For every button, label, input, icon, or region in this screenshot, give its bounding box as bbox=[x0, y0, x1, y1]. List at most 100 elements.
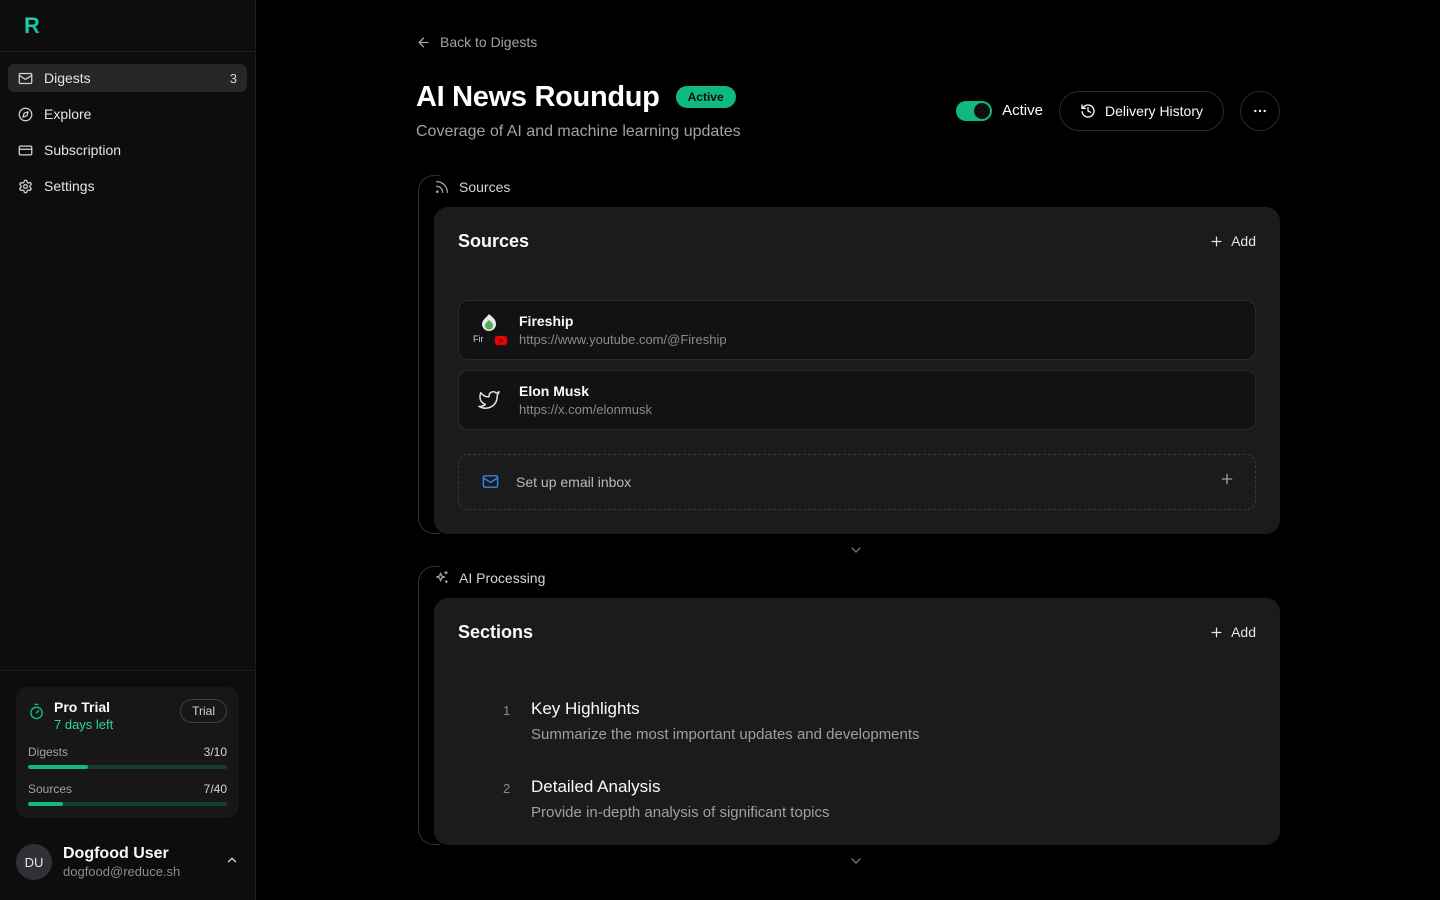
usage-value: 7/40 bbox=[204, 782, 227, 796]
sources-collapse-control[interactable] bbox=[416, 534, 1280, 566]
rss-icon bbox=[434, 179, 450, 195]
progress-fill bbox=[28, 802, 63, 806]
trial-badge[interactable]: Trial bbox=[180, 699, 227, 723]
avatar-alt-text: Fir bbox=[473, 334, 484, 344]
chevron-down-icon bbox=[848, 853, 864, 869]
source-row-elon-musk[interactable]: Elon Musk https://x.com/elonmusk bbox=[458, 370, 1256, 430]
sidebar-item-label: Settings bbox=[44, 178, 95, 194]
user-menu[interactable]: DU Dogfood User dogfood@reduce.sh bbox=[0, 834, 255, 900]
sources-progress-bar bbox=[28, 802, 227, 806]
trial-card: Pro Trial 7 days left Trial Digests 3/10… bbox=[16, 687, 239, 818]
usage-label: Sources bbox=[28, 782, 72, 796]
add-button-label: Add bbox=[1231, 624, 1256, 640]
trial-days-left: 7 days left bbox=[54, 717, 113, 732]
credit-card-icon bbox=[18, 143, 33, 158]
sidebar-nav: Digests 3 Explore Subscription Settings bbox=[0, 52, 255, 212]
page-header: AI News Roundup Active Coverage of AI an… bbox=[416, 81, 1280, 141]
add-source-button[interactable]: Add bbox=[1209, 233, 1256, 249]
section-description: Provide in-depth analysis of significant… bbox=[531, 804, 830, 821]
usage-label: Digests bbox=[28, 745, 68, 759]
delivery-history-label: Delivery History bbox=[1105, 103, 1203, 119]
twitter-icon bbox=[473, 389, 505, 411]
progress-fill bbox=[28, 765, 88, 769]
mail-icon bbox=[18, 71, 33, 86]
digest-section-item[interactable]: 1 Key Highlights Summarize the most impo… bbox=[503, 699, 1256, 743]
active-toggle[interactable]: Active bbox=[956, 101, 1043, 121]
flame-image bbox=[479, 314, 499, 331]
youtube-icon bbox=[493, 334, 509, 347]
sources-section: Sources Sources Add Fir bbox=[418, 175, 1280, 534]
user-name: Dogfood User bbox=[63, 845, 180, 863]
sidebar-item-digests[interactable]: Digests 3 bbox=[8, 64, 247, 92]
compass-icon bbox=[18, 107, 33, 122]
source-url: https://www.youtube.com/@Fireship bbox=[519, 332, 727, 347]
status-badge: Active bbox=[676, 86, 736, 108]
arrow-left-icon bbox=[416, 35, 431, 50]
source-url: https://x.com/elonmusk bbox=[519, 402, 652, 417]
toggle-knob bbox=[974, 103, 990, 119]
section-title: Key Highlights bbox=[531, 699, 920, 719]
section-title: Detailed Analysis bbox=[531, 777, 830, 797]
sidebar-item-explore[interactable]: Explore bbox=[8, 100, 247, 128]
section-number: 1 bbox=[503, 699, 519, 743]
sparkles-icon bbox=[434, 570, 450, 586]
usage-value: 3/10 bbox=[204, 745, 227, 759]
sidebar-item-label: Digests bbox=[44, 70, 91, 86]
source-name: Elon Musk bbox=[519, 383, 652, 399]
ai-processing-section-label: AI Processing bbox=[434, 566, 1280, 586]
email-inbox-label: Set up email inbox bbox=[516, 474, 631, 490]
toggle-track[interactable] bbox=[956, 101, 992, 121]
add-button-label: Add bbox=[1231, 233, 1256, 249]
app-logo: R bbox=[24, 15, 39, 37]
digest-section-item[interactable]: 2 Detailed Analysis Provide in-depth ana… bbox=[503, 777, 1256, 821]
chevron-up-icon bbox=[225, 853, 239, 872]
sidebar-item-label: Explore bbox=[44, 106, 91, 122]
sidebar-item-subscription[interactable]: Subscription bbox=[8, 136, 247, 164]
sidebar-item-label: Subscription bbox=[44, 142, 121, 158]
more-actions-button[interactable] bbox=[1240, 91, 1280, 131]
ellipsis-icon bbox=[1252, 103, 1268, 119]
gear-icon bbox=[18, 179, 33, 194]
trial-title: Pro Trial bbox=[54, 699, 113, 715]
sources-card: Sources Add Fir Fireship bbox=[434, 207, 1280, 534]
back-to-digests-link[interactable]: Back to Digests bbox=[416, 34, 537, 50]
plus-icon bbox=[1209, 625, 1224, 640]
avatar: DU bbox=[16, 844, 52, 880]
toggle-label: Active bbox=[1002, 102, 1043, 119]
usage-sources: Sources 7/40 bbox=[28, 782, 227, 806]
fireship-avatar: Fir bbox=[473, 314, 505, 346]
logo-area[interactable]: R bbox=[0, 0, 255, 52]
plus-icon[interactable] bbox=[1219, 471, 1235, 492]
back-link-label: Back to Digests bbox=[440, 34, 537, 50]
sources-card-title: Sources bbox=[458, 231, 529, 252]
ai-processing-collapse-control[interactable] bbox=[416, 845, 1280, 877]
plus-icon bbox=[1209, 234, 1224, 249]
section-label-text: Sources bbox=[459, 179, 510, 195]
page-title: AI News Roundup bbox=[416, 81, 660, 114]
sidebar: R Digests 3 Explore Subscription Setting… bbox=[0, 0, 256, 900]
section-description: Summarize the most important updates and… bbox=[531, 726, 920, 743]
chevron-down-icon bbox=[848, 542, 864, 558]
ai-processing-section: AI Processing Sections Add 1 Key Highlig… bbox=[418, 566, 1280, 845]
setup-email-inbox-row[interactable]: Set up email inbox bbox=[458, 454, 1256, 510]
section-number: 2 bbox=[503, 777, 519, 821]
usage-digests: Digests 3/10 bbox=[28, 745, 227, 769]
sections-card-title: Sections bbox=[458, 622, 533, 643]
section-label-text: AI Processing bbox=[459, 570, 545, 586]
history-icon bbox=[1080, 103, 1096, 119]
sidebar-item-settings[interactable]: Settings bbox=[8, 172, 247, 200]
delivery-history-button[interactable]: Delivery History bbox=[1059, 91, 1224, 131]
source-name: Fireship bbox=[519, 313, 727, 329]
mail-icon bbox=[482, 473, 499, 490]
sections-card: Sections Add 1 Key Highlights Summarize … bbox=[434, 598, 1280, 845]
source-row-fireship[interactable]: Fir Fireship https://www.youtube.com/@Fi… bbox=[458, 300, 1256, 360]
page-subtitle: Coverage of AI and machine learning upda… bbox=[416, 123, 741, 141]
sources-section-label: Sources bbox=[434, 175, 1280, 195]
digests-count-badge: 3 bbox=[230, 71, 237, 86]
sidebar-spacer bbox=[0, 212, 255, 670]
sidebar-bottom: Pro Trial 7 days left Trial Digests 3/10… bbox=[0, 670, 255, 900]
timer-icon bbox=[28, 703, 45, 720]
add-section-button[interactable]: Add bbox=[1209, 624, 1256, 640]
main-content: Back to Digests AI News Roundup Active C… bbox=[256, 0, 1440, 900]
digests-progress-bar bbox=[28, 765, 227, 769]
